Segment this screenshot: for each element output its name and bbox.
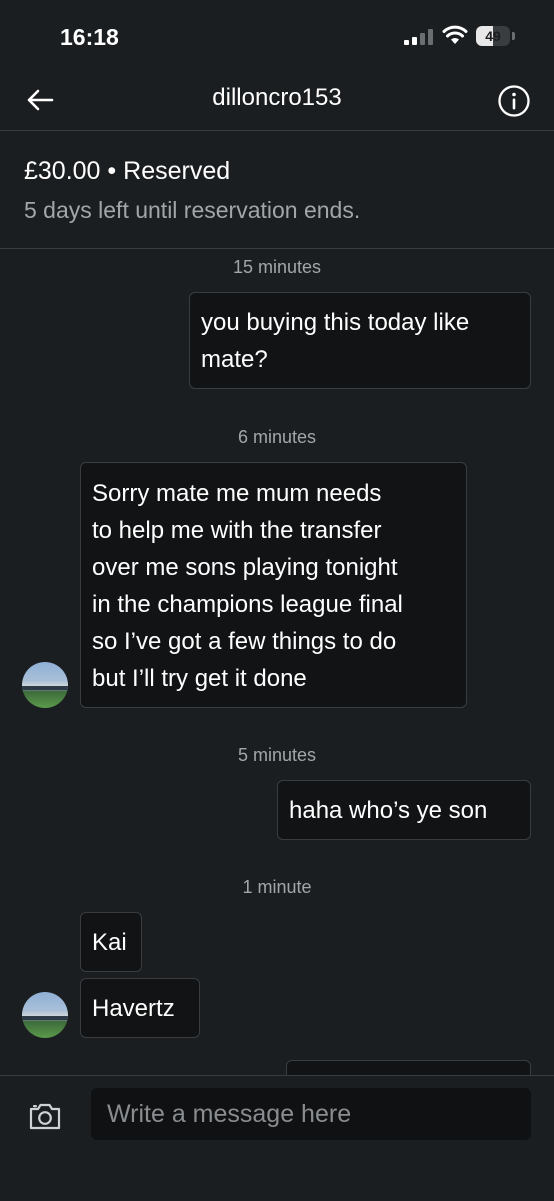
reservation-banner[interactable]: £30.00 • Reserved 5 days left until rese…	[0, 131, 554, 249]
message-line: Havertz	[92, 995, 175, 1022]
message-line: but I’ll try get it done	[92, 665, 307, 692]
message-line: to help me with the transfer	[92, 517, 382, 544]
message-line: Sorry mate me mum needs	[92, 480, 382, 507]
message-line: you buying this today like	[201, 309, 470, 336]
status-time: 16:18	[60, 24, 119, 50]
sender-avatar[interactable]	[22, 662, 68, 708]
message-timestamp: 1 minute	[242, 877, 312, 897]
outgoing-message-bubble[interactable]	[286, 1060, 531, 1075]
reservation-status: Reserved	[123, 157, 231, 185]
reservation-status-line: £30.00 • Reserved	[24, 157, 230, 186]
message-timestamp: 5 minutes	[237, 745, 317, 765]
conversation-header: dilloncro153	[0, 72, 554, 131]
message-timestamp: 15 minutes	[232, 257, 322, 277]
message-input[interactable]	[91, 1088, 531, 1140]
separator-dot: •	[107, 157, 117, 185]
battery-icon: 49	[476, 26, 516, 46]
cellular-signal-icon	[404, 29, 433, 45]
message-line: over me sons playing tonight	[92, 554, 398, 581]
incoming-message-bubble[interactable]: Kai	[80, 912, 142, 972]
outgoing-message-bubble[interactable]: haha who’s ye son	[277, 780, 531, 840]
incoming-message-bubble[interactable]: Havertz	[80, 978, 200, 1038]
reservation-countdown: 5 days left until reservation ends.	[24, 197, 361, 223]
incoming-message-bubble[interactable]: Sorry mate me mum needs to help me with …	[80, 462, 467, 708]
message-line: mate?	[201, 346, 268, 373]
item-price: £30.00	[24, 157, 101, 185]
message-timestamp: 6 minutes	[237, 427, 317, 447]
conversation-title: dilloncro153	[212, 84, 342, 111]
message-thread[interactable]: 15 minutes you buying this today like ma…	[0, 249, 554, 1075]
info-circle-icon[interactable]	[497, 84, 531, 118]
wifi-icon	[442, 25, 468, 44]
status-bar: 16:18 49	[0, 0, 554, 72]
message-composer	[0, 1075, 554, 1201]
message-line: in the champions league final	[92, 591, 403, 618]
sender-avatar[interactable]	[22, 992, 68, 1038]
message-line: haha who’s ye son	[289, 797, 488, 824]
outgoing-message-bubble[interactable]: you buying this today like mate?	[189, 292, 531, 389]
camera-icon[interactable]	[28, 1100, 62, 1132]
message-line: Kai	[92, 929, 127, 956]
message-line: so I’ve got a few things to do	[92, 628, 397, 655]
battery-level: 49	[485, 28, 501, 44]
